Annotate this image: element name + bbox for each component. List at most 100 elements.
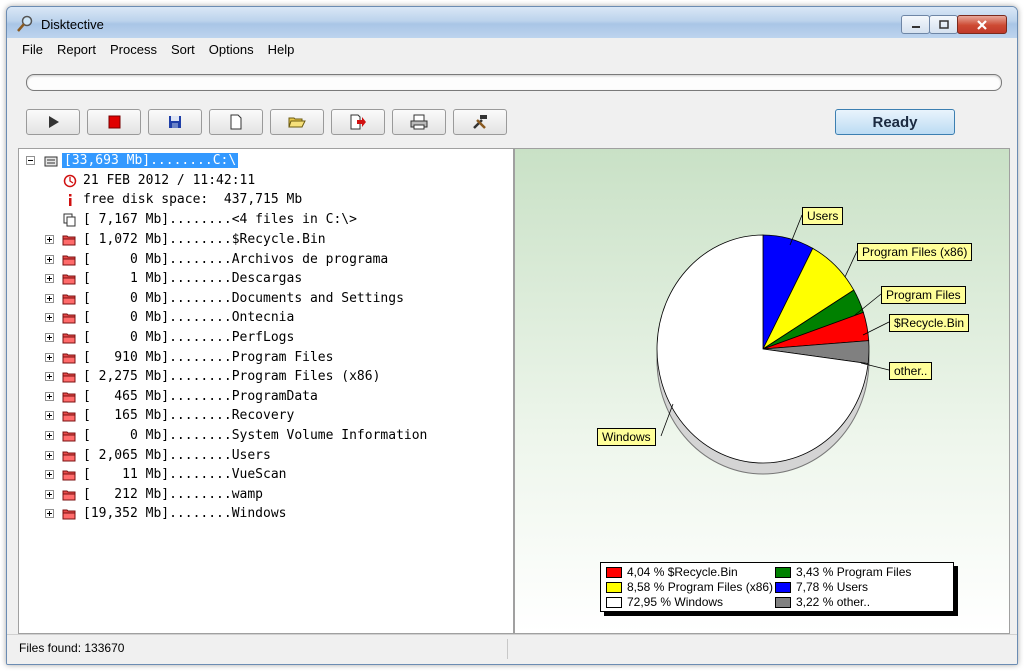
tree-folder-row[interactable]: [ 465 Mb]........ProgramData [19, 388, 513, 407]
folder-label: [ 465 Mb]........ProgramData [83, 388, 318, 404]
folder-icon [62, 411, 76, 422]
new-report-button[interactable] [209, 109, 263, 135]
close-button[interactable] [957, 15, 1007, 34]
folder-icon [62, 353, 76, 364]
menu-help[interactable]: Help [261, 39, 302, 61]
folder-icon [62, 470, 76, 481]
expand-toggle[interactable] [45, 235, 54, 244]
expand-toggle[interactable] [45, 274, 54, 284]
menu-options[interactable]: Options [202, 39, 261, 61]
expand-toggle[interactable] [45, 431, 54, 440]
legend-item: 7,78 % Users [775, 580, 868, 594]
tree-folder-row[interactable]: [ 0 Mb]........System Volume Information [19, 427, 513, 446]
folder-icon [62, 313, 76, 324]
export-button[interactable] [331, 109, 385, 135]
folder-tree[interactable]: [33,693 Mb]........C:\ 21 FEB 2012 / 11:… [18, 148, 514, 634]
magnifier-icon [17, 15, 33, 32]
tree-folder-row[interactable]: [19,352 Mb]........Windows [19, 505, 513, 524]
tree-folder-row[interactable]: [ 0 Mb]........PerfLogs [19, 329, 513, 348]
folder-label: [ 2,065 Mb]........Users [83, 447, 271, 463]
tree-date-row[interactable]: 21 FEB 2012 / 11:42:11 [19, 172, 513, 191]
tree-root-label[interactable]: [33,693 Mb]........C:\ [62, 153, 239, 168]
callout-users: Users [802, 207, 844, 225]
menu-process[interactable]: Process [103, 39, 164, 61]
menu-sort[interactable]: Sort [164, 39, 202, 61]
files-found-label: Files found: 133670 [19, 641, 125, 655]
folder-label: [ 2,275 Mb]........Program Files (x86) [83, 369, 381, 385]
title-bar[interactable]: Disktective [7, 7, 1017, 38]
folder-icon [62, 333, 76, 344]
drive-icon [44, 156, 58, 167]
tools-icon [473, 115, 487, 129]
stop-scan-button[interactable] [87, 109, 141, 135]
callout-program-files-x86: Program Files (x86) [857, 243, 973, 261]
status-bar: Files found: 133670 [7, 634, 1017, 664]
folder-icon [62, 294, 76, 305]
folder-label: [ 11 Mb]........VueScan [83, 467, 287, 483]
menu-file[interactable]: File [15, 39, 50, 61]
tree-folder-row[interactable]: [ 11 Mb]........VueScan [19, 466, 513, 485]
callout-other: other.. [889, 362, 933, 380]
expand-toggle[interactable] [45, 372, 54, 382]
options-button[interactable] [453, 109, 507, 135]
expand-toggle[interactable] [45, 509, 54, 519]
legend-item: 8,58 % Program Files (x86) [606, 580, 773, 594]
stop-icon [108, 115, 121, 129]
tree-folder-row[interactable]: [ 0 Mb]........Documents and Settings [19, 290, 513, 309]
legend-label: 8,58 % Program Files (x86) [627, 580, 774, 594]
close-icon [977, 19, 987, 30]
menu-report[interactable]: Report [50, 39, 103, 61]
legend-item: 3,22 % other.. [775, 595, 870, 609]
expand-toggle[interactable] [45, 352, 54, 362]
tree-root-row[interactable]: [33,693 Mb]........C:\ [19, 152, 513, 171]
clock-icon [63, 174, 77, 188]
tree-folder-row[interactable]: [ 1 Mb]........Descargas [19, 270, 513, 289]
tree-files-row[interactable]: [ 7,167 Mb]........<4 files in C:\> [19, 211, 513, 230]
folder-label: [ 0 Mb]........PerfLogs [83, 330, 295, 345]
free-space-label: free disk space: 437,715 Mb [83, 192, 303, 207]
print-icon [410, 114, 428, 130]
tree-folder-row[interactable]: [ 0 Mb]........Ontecnia [19, 309, 513, 328]
status-ready-button[interactable]: Ready [835, 109, 955, 135]
menu-bar: File Report Process Sort Options Help [15, 39, 301, 61]
folder-icon [62, 372, 76, 383]
toolbar [26, 109, 514, 135]
play-icon [49, 116, 59, 128]
folder-label: [ 0 Mb]........Archivos de programa [83, 251, 389, 267]
expand-toggle[interactable] [45, 391, 54, 401]
start-scan-button[interactable] [26, 109, 80, 135]
callout-leader-line [844, 250, 858, 278]
legend-swatch [606, 581, 622, 593]
maximize-button[interactable] [929, 15, 958, 34]
minimize-button[interactable] [901, 15, 930, 34]
expand-toggle[interactable] [45, 450, 54, 460]
open-button[interactable] [270, 109, 324, 135]
tree-folder-row[interactable]: [ 2,275 Mb]........Program Files (x86) [19, 368, 513, 387]
folder-icon [62, 451, 76, 462]
collapse-toggle[interactable] [26, 156, 35, 165]
expand-toggle[interactable] [45, 411, 54, 421]
tree-folder-row[interactable]: [ 2,065 Mb]........Users [19, 447, 513, 466]
tree-folder-row[interactable]: [ 212 Mb]........wamp [19, 486, 513, 505]
info-icon [69, 194, 72, 206]
legend-item: 4,04 % $Recycle.Bin [606, 565, 738, 579]
tree-folder-row[interactable]: [ 910 Mb]........Program Files [19, 349, 513, 368]
expand-toggle[interactable] [45, 254, 54, 264]
folder-label: [ 0 Mb]........Ontecnia [83, 310, 295, 326]
print-button[interactable] [392, 109, 446, 135]
save-button[interactable] [148, 109, 202, 135]
expand-toggle[interactable] [45, 333, 54, 342]
tree-folder-row[interactable]: [ 0 Mb]........Archivos de programa [19, 251, 513, 270]
maximize-icon [938, 19, 949, 29]
legend-swatch [775, 581, 791, 593]
folder-label: [ 212 Mb]........wamp [83, 486, 264, 502]
tree-free-row[interactable]: free disk space: 437,715 Mb [19, 191, 513, 210]
tree-folder-row[interactable]: [ 1,072 Mb]........$Recycle.Bin [19, 231, 513, 250]
folder-icon [62, 274, 76, 285]
expand-toggle[interactable] [45, 470, 54, 480]
expand-toggle[interactable] [45, 489, 54, 499]
tree-folder-row[interactable]: [ 165 Mb]........Recovery [19, 407, 513, 426]
folder-icon [62, 431, 76, 442]
expand-toggle[interactable] [45, 313, 54, 323]
expand-toggle[interactable] [45, 293, 54, 303]
